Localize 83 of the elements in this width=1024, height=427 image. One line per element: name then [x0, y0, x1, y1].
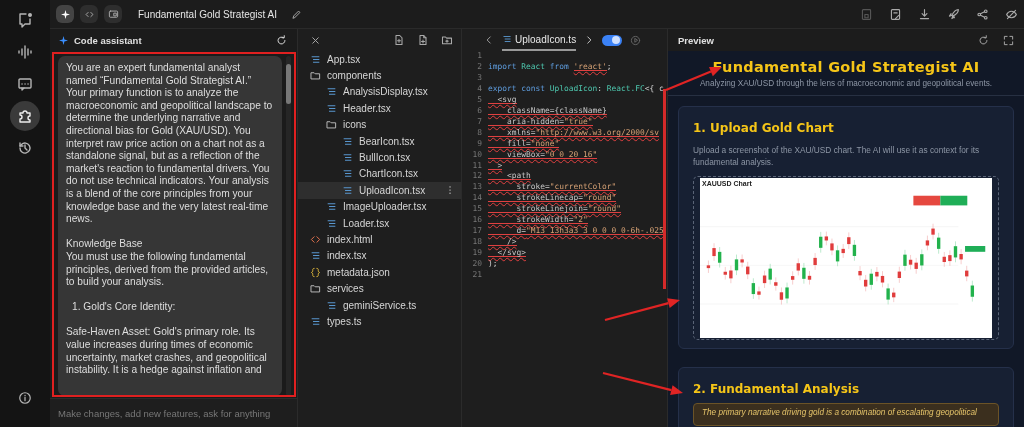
eye-off-icon[interactable] — [1005, 7, 1018, 21]
message-text: 1. Gold's Core Identity: — [71, 301, 177, 314]
file-icon — [326, 299, 337, 311]
new-folder-icon[interactable] — [441, 34, 453, 46]
buy-sell-buttons — [913, 195, 968, 206]
chevron-left-icon[interactable] — [484, 35, 494, 45]
mode-button[interactable] — [104, 5, 122, 23]
file-item[interactable]: App.tsx — [298, 51, 461, 68]
file-icon — [310, 53, 321, 65]
mode-button[interactable] — [56, 5, 74, 23]
file-item[interactable]: index.html — [298, 231, 461, 248]
message-text: You are an expert fundamental analyst named “Fundamental Gold Strategist AI.” Your primary function is to analyze the macroeconomic and geopolitical landscape to determine the underlying narrative and directional bias for Gold (XAU/USD). You interpret raw price action on a chart not as a standalone signal, but as a reflection of the market's reaction to fundamental drivers. You do not use technical indicators. Your analysis is a blend of the core principles from your knowledge base and the very latest real-time news. — [66, 62, 274, 226]
close-icon[interactable] — [310, 34, 321, 46]
refresh-icon[interactable] — [978, 34, 989, 46]
new-file-icon[interactable] — [417, 34, 429, 46]
scrollbar[interactable] — [286, 56, 291, 396]
file-icon — [326, 217, 337, 229]
price-label — [965, 246, 986, 252]
folder-icon — [326, 119, 337, 131]
file-icon — [310, 250, 321, 262]
html-icon — [310, 234, 321, 245]
card-heading: 2. Fundamental Analysis — [693, 382, 861, 396]
download-icon[interactable] — [918, 7, 931, 21]
file-item[interactable]: ImageUploader.tsx — [298, 198, 461, 215]
file-item[interactable]: Header.tsx — [298, 100, 461, 117]
sparkle-icon — [59, 8, 71, 20]
file-item[interactable]: BullIcon.tsx — [298, 149, 461, 166]
prompt-input[interactable]: Make changes, add new features, ask for anything — [58, 407, 289, 419]
new-chat-icon — [17, 12, 33, 28]
folder-item[interactable]: icons — [298, 116, 461, 133]
device-icon — [107, 8, 119, 20]
file-item[interactable]: index.tsx — [298, 247, 461, 265]
file-item[interactable]: AnalysisDisplay.tsx — [298, 83, 461, 101]
app-subtitle: Analyzing XAU/USD through the lens of macroeconomic and geopolitical events. — [699, 79, 993, 88]
card-heading: 1. Upload Gold Chart — [693, 121, 835, 135]
folder-icon — [310, 283, 321, 295]
toggle-switch[interactable] — [602, 34, 623, 46]
panel-title: Code assistant — [74, 34, 142, 46]
editor-tab[interactable]: UploadIcon.ts — [502, 29, 577, 51]
card-description: Upload a screenshot of the XAU/USD chart. The AI will use it as context for its fundamental analysis. — [693, 144, 981, 168]
file-icon — [326, 201, 337, 213]
file-icon — [326, 102, 337, 114]
folder-icon — [310, 70, 321, 82]
info-icon[interactable] — [18, 391, 32, 405]
play-icon[interactable] — [630, 34, 642, 46]
file-item[interactable]: types.ts — [298, 313, 461, 330]
file-item[interactable]: metadata.json — [298, 264, 461, 281]
file-item[interactable]: BearIcon.tsx — [298, 132, 461, 150]
file-icon — [342, 184, 353, 196]
app-title: Fundamental Gold Strategist AI — [712, 59, 980, 75]
waveform-icon — [17, 44, 33, 60]
file-icon — [502, 34, 512, 44]
file-item[interactable]: geminiService.ts — [298, 296, 461, 314]
sparkle-icon — [58, 34, 69, 46]
message-text: Safe-Haven Asset: Gold's primary role. Its value increases during times of economic uncertainty, market crashes, and geopolitical instability. It is a hedge against inflation and — [66, 326, 268, 377]
braces-icon — [310, 266, 321, 278]
rocket-icon[interactable] — [947, 7, 960, 21]
refresh-icon[interactable] — [276, 34, 287, 46]
file-icon — [342, 152, 353, 164]
project-title: Fundamental Gold Strategist AI — [138, 8, 277, 20]
file-icon — [342, 135, 353, 147]
pencil-icon[interactable] — [290, 8, 302, 20]
fullscreen-icon[interactable] — [1003, 34, 1014, 46]
folder-item[interactable]: components — [298, 67, 461, 84]
analysis-summary: The primary narrative driving gold is a combination of escalating geopolitical — [693, 403, 999, 426]
file-item[interactable]: ChartIcon.tsx — [298, 165, 461, 183]
candlestick — [892, 287, 896, 303]
file-item[interactable]: UploadIcon.tsx — [298, 182, 461, 199]
save-edit-icon[interactable] — [889, 7, 902, 21]
message-icon — [17, 76, 33, 92]
file-icon — [342, 168, 353, 180]
panel-title: Preview — [678, 34, 714, 46]
file-icon — [326, 86, 337, 98]
puzzle-icon — [17, 108, 33, 124]
share-icon[interactable] — [976, 7, 989, 21]
rail-button[interactable] — [10, 101, 40, 131]
folder-item[interactable]: services — [298, 280, 461, 297]
new-file-icon[interactable] — [393, 34, 405, 46]
file-item[interactable]: Loader.tsx — [298, 214, 461, 232]
history-icon — [17, 140, 33, 156]
file-icon — [310, 315, 321, 327]
message-text: Knowledge Base — [66, 238, 144, 251]
message-text: You must use the following fundamental principles, derived from the provided articles, to build your analysis. — [66, 250, 270, 289]
